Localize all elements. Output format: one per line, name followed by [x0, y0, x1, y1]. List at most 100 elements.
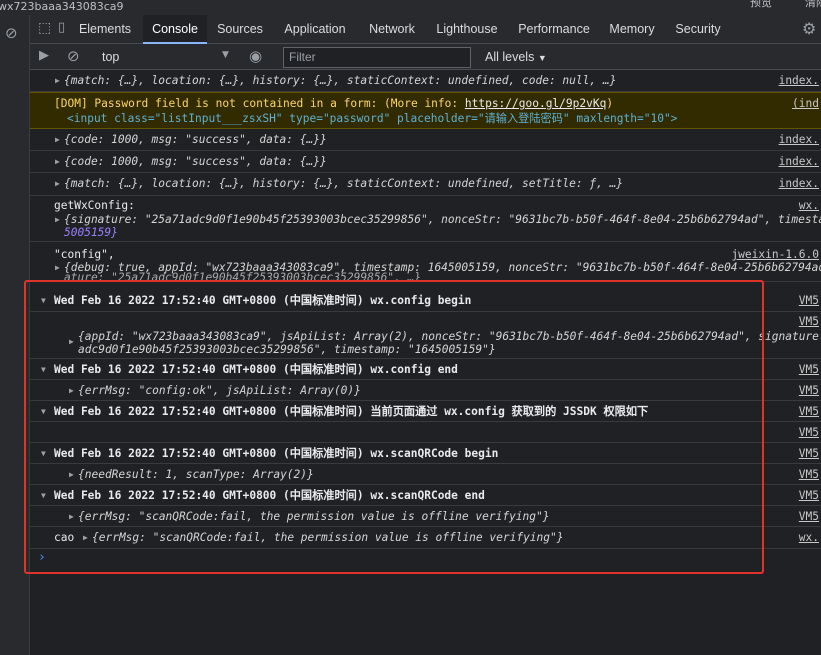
console-row: ▶ {match: {…}, location: {…}, history: {…	[30, 173, 821, 196]
log-levels-dropdown[interactable]: All levels ▼	[485, 44, 547, 70]
window-top-strip: wx723baaa343083ca9 预览 清除	[0, 0, 821, 15]
source-link[interactable]: VM5	[799, 405, 819, 419]
preview-label[interactable]: 预览	[750, 0, 772, 9]
source-link[interactable]: VM5	[799, 468, 819, 482]
tab-application[interactable]: Application	[277, 15, 353, 44]
live-expression-eye-icon[interactable]: ◉	[249, 47, 262, 65]
log-levels-label: All levels	[485, 50, 535, 64]
console-object[interactable]: {code: 1000, msg: "success", data: {…}}	[64, 133, 327, 147]
context-dropdown-icon[interactable]: ▼	[222, 50, 229, 60]
expand-arrow-icon[interactable]: ▶	[69, 384, 74, 398]
console-group-header[interactable]: ▼ Wed Feb 16 2022 17:52:40 GMT+0800 (中国标…	[30, 290, 821, 312]
tab-network[interactable]: Network	[363, 15, 421, 44]
source-link[interactable]: jweixin-1.6.0	[731, 248, 819, 262]
console-row: ▶ {code: 1000, msg: "success", data: {…}…	[30, 129, 821, 151]
tab-security[interactable]: Security	[670, 15, 726, 44]
collapse-arrow-icon[interactable]: ▼	[41, 405, 46, 419]
log-label: getWxConfig:	[54, 199, 135, 212]
collapse-arrow-icon[interactable]: ▼	[41, 447, 46, 461]
warning-text-pre: [DOM] Password field is not contained in…	[54, 97, 465, 110]
console-object[interactable]: {signature: "25a71adc9d0f1e90b45f2539300…	[64, 213, 821, 227]
expand-arrow-icon[interactable]: ▶	[55, 213, 60, 227]
source-link[interactable]: VM5	[799, 384, 819, 398]
source-link[interactable]: VM5	[799, 426, 819, 440]
console-row: "config", ▶ {debug: true, appId: "wx723b…	[30, 242, 821, 282]
inspect-element-icon[interactable]: ⬚	[38, 20, 51, 36]
console-messages: ▶ {match: {…}, location: {…}, history: {…	[30, 70, 821, 655]
tab-sources[interactable]: Sources	[212, 15, 268, 44]
console-row: ▶ {code: 1000, msg: "success", data: {…}…	[30, 151, 821, 173]
console-prompt-icon: ›	[38, 550, 46, 565]
expand-arrow-icon[interactable]: ▶	[55, 261, 60, 275]
clear-label[interactable]: 清除	[805, 0, 821, 9]
expand-arrow-icon[interactable]: ▶	[69, 335, 74, 349]
console-object[interactable]: {errMsg: "scanQRCode:fail, the permissio…	[92, 531, 563, 545]
console-object[interactable]: {errMsg: "scanQRCode:fail, the permissio…	[78, 510, 549, 524]
expand-arrow-icon[interactable]: ▶	[69, 468, 74, 482]
source-link[interactable]: VM5	[799, 510, 819, 524]
filter-input[interactable]: Filter	[283, 47, 471, 68]
warning-text-post: )	[606, 97, 614, 110]
console-row: ▶ {errMsg: "config:ok", jsApiList: Array…	[30, 380, 821, 401]
source-link[interactable]: VM5	[799, 489, 819, 503]
source-link[interactable]: VM5	[799, 294, 819, 308]
console-group-header[interactable]: ▼ Wed Feb 16 2022 17:52:40 GMT+0800 (中国标…	[30, 485, 821, 506]
console-group-header[interactable]: ▼ Wed Feb 16 2022 17:52:40 GMT+0800 (中国标…	[30, 359, 821, 380]
warning-url[interactable]: https://goo.gl/9p2vKq	[465, 97, 606, 110]
source-link[interactable]: wx.	[799, 199, 819, 213]
group-title: Wed Feb 16 2022 17:52:40 GMT+0800 (中国标准时…	[54, 405, 649, 418]
expand-arrow-icon[interactable]: ▶	[69, 510, 74, 524]
console-object-continued: ature: "25a71adc9d0f1e90b45f25393003bcec…	[64, 271, 421, 282]
collapse-arrow-icon[interactable]: ▼	[41, 294, 46, 308]
console-row: ▶ {errMsg: "scanQRCode:fail, the permiss…	[30, 506, 821, 527]
tab-performance[interactable]: Performance	[513, 15, 595, 44]
sidebar-toggle-icon[interactable]: ▶	[39, 48, 49, 63]
log-label: "config",	[54, 248, 115, 261]
expand-arrow-icon[interactable]: ▶	[55, 74, 60, 88]
clear-console-icon[interactable]: ⊘	[67, 47, 80, 65]
window-left-text: wx723baaa343083ca9	[0, 0, 124, 13]
console-group-header[interactable]: ▼ Wed Feb 16 2022 17:52:40 GMT+0800 (中国标…	[30, 443, 821, 464]
source-link[interactable]: VM5	[799, 447, 819, 461]
warning-text: [DOM] Password field is not contained in…	[54, 97, 613, 111]
source-link[interactable]: index.	[779, 74, 819, 88]
source-link[interactable]: index.	[779, 155, 819, 169]
tab-console[interactable]: Console	[143, 15, 207, 44]
console-object[interactable]: {appId: "wx723baaa343083ca9", jsApiList:…	[78, 330, 821, 344]
console-object[interactable]: {errMsg: "config:ok", jsApiList: Array(0…	[78, 384, 361, 398]
settings-gear-icon[interactable]: ⚙	[802, 19, 816, 38]
tab-lighthouse[interactable]: Lighthouse	[430, 15, 504, 44]
console-toolbar: ▶ ⊘ top ▼ ◉ Filter All levels ▼	[30, 44, 821, 70]
console-row: getWxConfig: ▶ {signature: "25a71adc9d0f…	[30, 196, 821, 242]
expand-arrow-icon[interactable]: ▶	[55, 177, 60, 191]
source-link[interactable]: VM5	[799, 315, 819, 329]
source-link[interactable]: index.	[779, 177, 819, 191]
tab-memory[interactable]: Memory	[604, 15, 660, 44]
group-title: Wed Feb 16 2022 17:52:40 GMT+0800 (中国标准时…	[54, 447, 499, 460]
source-link[interactable]: VM5	[799, 363, 819, 377]
console-object[interactable]: {match: {…}, location: {…}, history: {…}…	[64, 74, 616, 88]
rotate-device-icon[interactable]: ⊘	[5, 24, 18, 42]
expand-arrow-icon[interactable]: ▶	[55, 155, 60, 169]
tab-elements[interactable]: Elements	[72, 15, 138, 44]
collapse-arrow-icon[interactable]: ▼	[41, 363, 46, 377]
console-row-empty: VM5	[30, 422, 821, 443]
console-row: ▶ {appId: "wx723baaa343083ca9", jsApiLis…	[30, 312, 821, 359]
source-link[interactable]: wx.	[799, 531, 819, 545]
source-link[interactable]: index.	[779, 133, 819, 147]
console-prompt-row[interactable]: ›	[30, 549, 821, 569]
console-object[interactable]: {needResult: 1, scanType: Array(2)}	[78, 468, 314, 482]
warning-element[interactable]: <input class="listInput___zsxSH" type="p…	[67, 112, 677, 126]
context-select[interactable]: top	[102, 44, 119, 70]
console-object[interactable]: {match: {…}, location: {…}, history: {…}…	[64, 177, 623, 191]
source-link[interactable]: (ind	[792, 97, 819, 111]
collapse-arrow-icon[interactable]: ▼	[41, 489, 46, 503]
device-toolbar-icon[interactable]: ▯	[58, 20, 65, 35]
log-label: cao	[54, 531, 75, 544]
warning-row: [DOM] Password field is not contained in…	[30, 92, 821, 129]
chevron-down-icon: ▼	[537, 53, 547, 63]
expand-arrow-icon[interactable]: ▶	[55, 133, 60, 147]
expand-arrow-icon[interactable]: ▶	[83, 531, 88, 545]
console-group-header[interactable]: ▼ Wed Feb 16 2022 17:52:40 GMT+0800 (中国标…	[30, 401, 821, 422]
console-object[interactable]: {code: 1000, msg: "success", data: {…}}	[64, 155, 327, 169]
